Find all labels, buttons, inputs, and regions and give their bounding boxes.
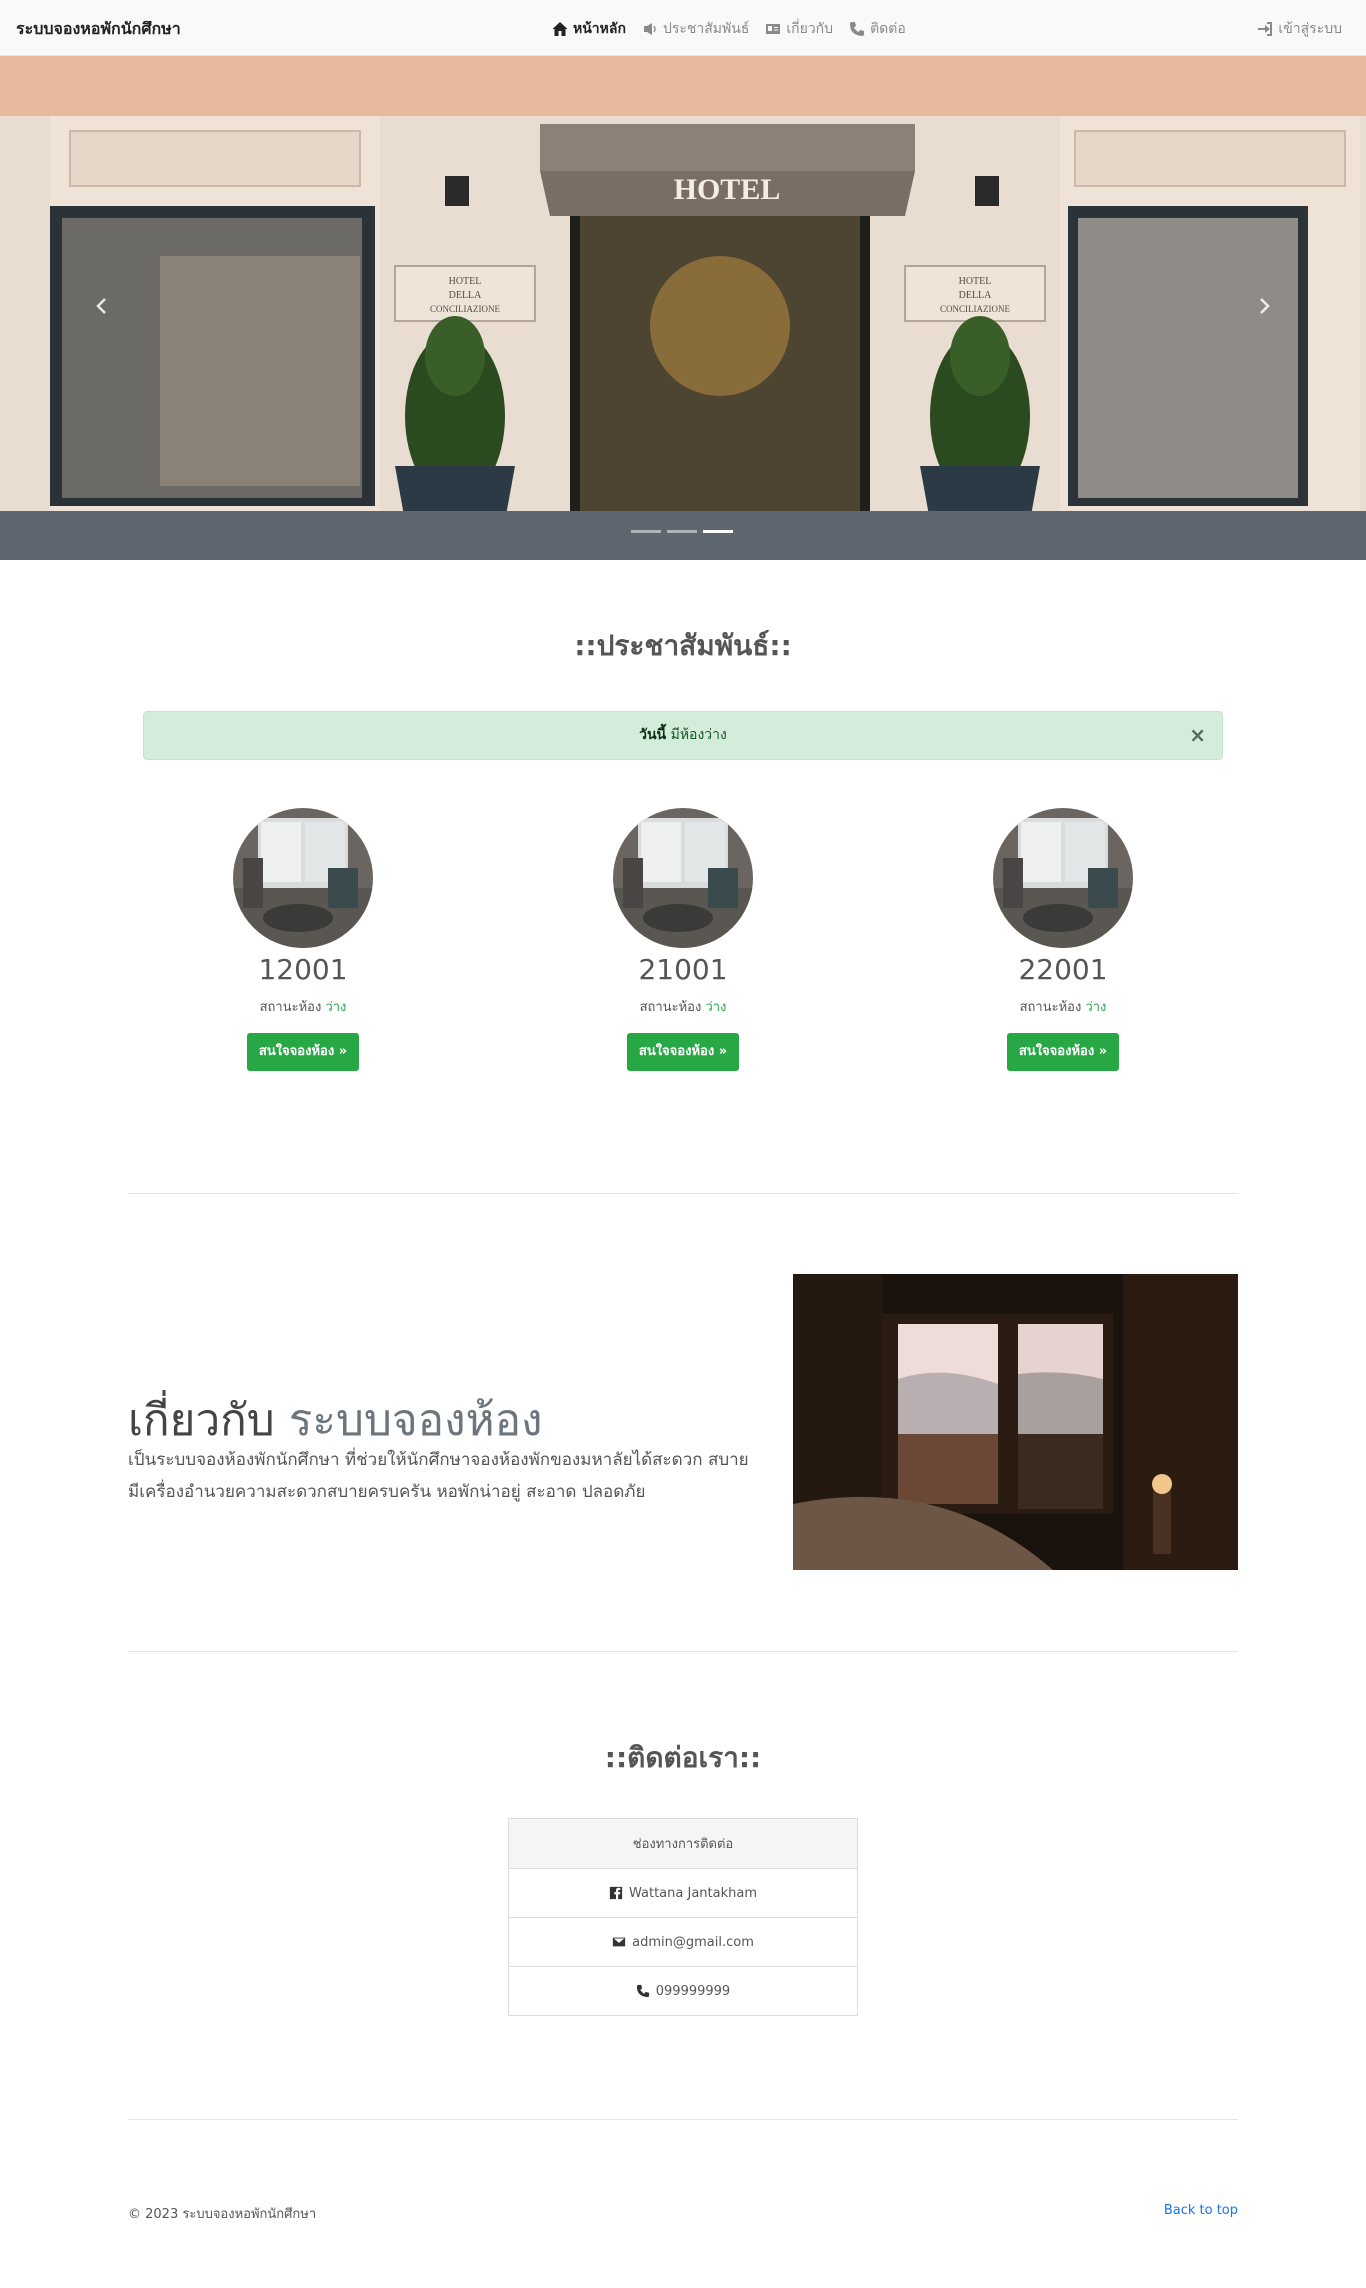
room-photo — [993, 808, 1133, 948]
book-room-button[interactable]: สนใจจองห้อง » — [246, 1033, 360, 1071]
carousel-indicator[interactable] — [631, 530, 661, 533]
room-card: 22001 สถานะห้อง ว่าง สนใจจองห้อง » — [963, 808, 1163, 1071]
room-status: สถานะห้อง ว่าง — [1019, 1000, 1107, 1015]
nav-links: หน้าหลัก ประชาสัมพันธ์ เกี่ยวกับ ติดต่อ — [552, 18, 906, 40]
contact-title: ::ติดต่อเรา:: — [604, 1741, 762, 1774]
room-window-image — [793, 1274, 1238, 1570]
svg-text:DELLA: DELLA — [959, 290, 993, 301]
room-card: 12001 สถานะห้อง ว่าง สนใจจองห้อง » — [203, 808, 403, 1071]
hotel-sign-text: HOTEL — [674, 173, 781, 206]
svg-text:HOTEL: HOTEL — [959, 276, 992, 287]
alert-text: มีห้องว่าง — [666, 727, 727, 743]
hero-carousel: HOTEL HOTEL DELLA CONCILIAZIONE HOTEL DE… — [0, 56, 1366, 560]
contact-header: ช่องทางการติดต่อ — [509, 1819, 857, 1868]
about-title-main: เกี่ยวกับ — [128, 1395, 275, 1446]
sign-in-icon — [1258, 22, 1273, 36]
room-photo — [613, 808, 753, 948]
envelope-icon — [613, 1937, 626, 1947]
room-status: สถานะห้อง ว่าง — [639, 1000, 727, 1015]
login-link[interactable]: เข้าสู่ระบบ — [1257, 18, 1342, 40]
chevron-left-icon — [96, 298, 106, 314]
contact-phone[interactable]: 099999999 — [509, 1966, 857, 2015]
room-number: 12001 — [258, 953, 348, 986]
contact-facebook[interactable]: Wattana Jantakham — [509, 1868, 857, 1917]
phone-number: 099999999 — [655, 1983, 731, 1999]
room-photo — [233, 808, 373, 948]
status-free: ว่าง — [325, 1000, 347, 1015]
book-room-button[interactable]: สนใจจองห้อง » — [1006, 1033, 1120, 1071]
section-divider — [128, 2119, 1238, 2120]
availability-alert: วันนี้ มีห้องว่าง × — [143, 711, 1223, 760]
room-number: 22001 — [1018, 953, 1108, 986]
section-divider — [128, 1193, 1238, 1194]
nav-item-label: ติดต่อ — [870, 21, 906, 37]
nav-item-about[interactable]: เกี่ยวกับ — [765, 18, 833, 40]
svg-text:CONCILIAZIONE: CONCILIAZIONE — [430, 304, 500, 314]
carousel-indicator[interactable] — [667, 530, 697, 533]
svg-text:CONCILIAZIONE: CONCILIAZIONE — [940, 304, 1010, 314]
facebook-icon — [609, 1886, 623, 1900]
section-divider — [128, 1651, 1238, 1652]
nav-item-label: ประชาสัมพันธ์ — [662, 21, 750, 37]
svg-text:DELLA: DELLA — [449, 290, 483, 301]
email-address: admin@gmail.com — [632, 1934, 754, 1950]
contact-table: ช่องทางการติดต่อ Wattana Jantakham admin… — [508, 1818, 858, 2016]
room-card: 21001 สถานะห้อง ว่าง สนใจจองห้อง » — [583, 808, 783, 1071]
status-free: ว่าง — [1085, 1000, 1107, 1015]
book-room-button[interactable]: สนใจจองห้อง » — [626, 1033, 740, 1071]
navbar: ระบบจองหอพักนักศึกษา หน้าหลัก ประชาสัมพั… — [0, 0, 1366, 56]
carousel-prev-button[interactable] — [84, 288, 120, 324]
room-number: 21001 — [638, 953, 728, 986]
alert-strong: วันนี้ — [639, 727, 667, 743]
phone-icon — [636, 1984, 649, 1998]
back-to-top-link[interactable]: Back to top — [1164, 2203, 1238, 2218]
nav-item-label: หน้าหลัก — [573, 21, 626, 37]
status-free: ว่าง — [705, 1000, 727, 1015]
news-title: ::ประชาสัมพันธ์:: — [574, 629, 792, 662]
carousel-indicators — [631, 530, 733, 533]
room-status: สถานะห้อง ว่าง — [259, 1000, 347, 1015]
nav-item-contact[interactable]: ติดต่อ — [849, 18, 906, 40]
megaphone-icon — [643, 23, 656, 35]
nav-item-home[interactable]: หน้าหลัก — [552, 18, 626, 40]
nav-item-news[interactable]: ประชาสัมพันธ์ — [642, 18, 749, 40]
facebook-name: Wattana Jantakham — [629, 1885, 757, 1901]
close-icon[interactable]: × — [1189, 712, 1206, 759]
hotel-facade-image: HOTEL HOTEL DELLA CONCILIAZIONE HOTEL DE… — [0, 56, 1366, 560]
id-card-icon — [766, 24, 781, 34]
phone-icon — [850, 22, 865, 36]
contact-email[interactable]: admin@gmail.com — [509, 1917, 857, 1966]
about-title-muted: ระบบจองห้อง — [288, 1395, 543, 1446]
nav-item-label: เกี่ยวกับ — [786, 21, 834, 37]
login-label: เข้าสู่ระบบ — [1278, 21, 1342, 37]
carousel-next-button[interactable] — [1246, 288, 1282, 324]
svg-text:HOTEL: HOTEL — [449, 276, 482, 287]
brand[interactable]: ระบบจองหอพักนักศึกษา — [16, 17, 181, 42]
footer-copyright: © 2023 ระบบจองหอพักนักศึกษา — [128, 2207, 317, 2222]
about-text: เป็นระบบจองห้องพักนักศึกษา ที่ช่วยให้นัก… — [128, 1450, 749, 1502]
chevron-right-icon — [1260, 298, 1270, 314]
carousel-indicator-active[interactable] — [703, 530, 733, 533]
home-icon — [552, 22, 568, 36]
